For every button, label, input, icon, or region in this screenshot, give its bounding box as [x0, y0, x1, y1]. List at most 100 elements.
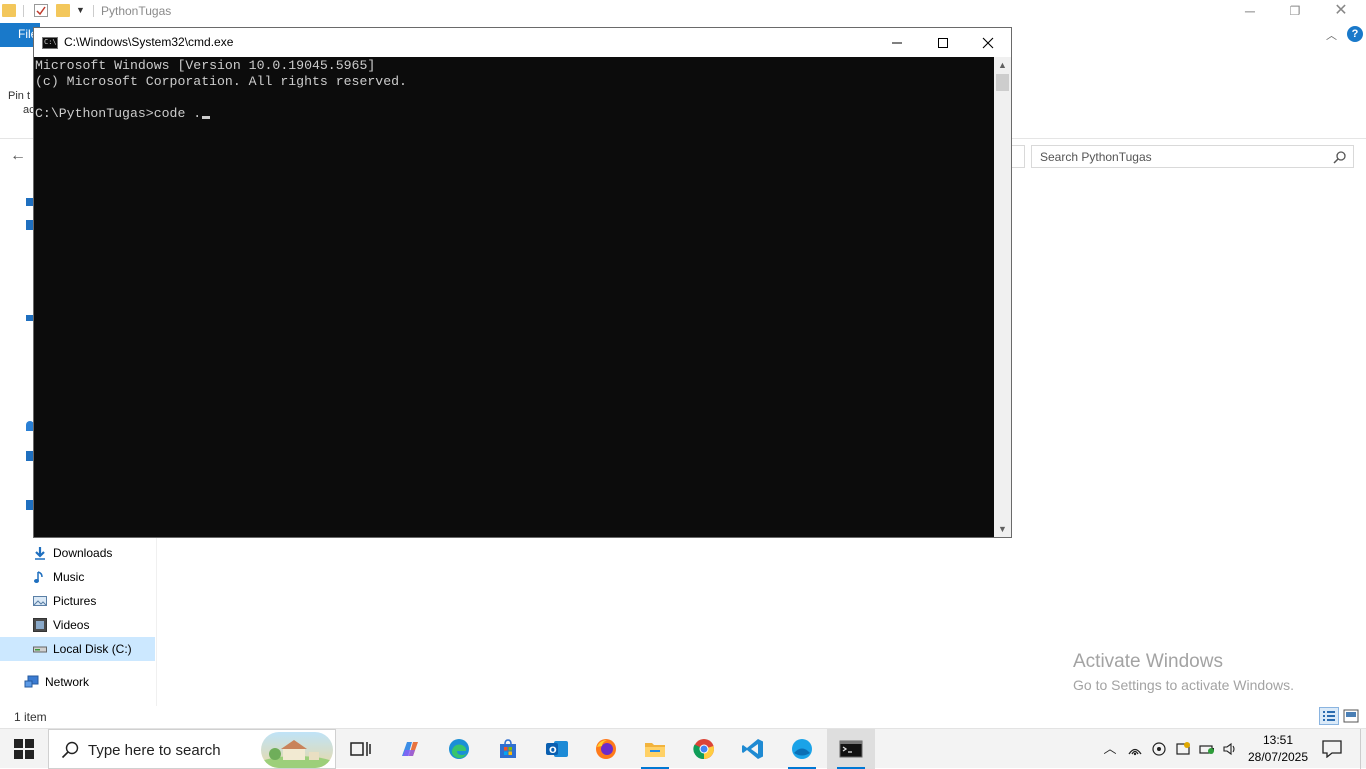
- notification-icon: [1322, 740, 1342, 759]
- scroll-down-icon[interactable]: ▼: [994, 521, 1011, 537]
- cmd-window[interactable]: C:\ C:\Windows\System32\cmd.exe Microsof…: [33, 27, 1012, 538]
- svg-text:O: O: [549, 746, 557, 756]
- cmd-icon: [839, 740, 863, 758]
- camera-icon: [1152, 742, 1166, 756]
- volume-icon[interactable]: [1222, 741, 1238, 757]
- cmd-app-icon[interactable]: C:\: [42, 37, 58, 49]
- taskbar-search-box[interactable]: Type here to search: [48, 729, 336, 769]
- pin-label-line2: ac: [23, 104, 35, 116]
- taskbar-copilot[interactable]: [386, 729, 434, 769]
- search-highlight-image[interactable]: [261, 732, 333, 768]
- maximize-icon: [938, 37, 948, 48]
- nav-item-downloads[interactable]: Downloads: [0, 541, 155, 565]
- nav-item-network[interactable]: Network: [0, 670, 155, 694]
- close-button[interactable]: ✕: [1318, 0, 1364, 23]
- cmd-title-bar[interactable]: C:\ C:\Windows\System32\cmd.exe: [34, 28, 1011, 57]
- taskbar-search-placeholder: Type here to search: [88, 742, 221, 759]
- landscape-illustration: [261, 740, 333, 768]
- wifi-icon: [1128, 748, 1142, 756]
- security-warning-icon[interactable]: [1175, 741, 1191, 757]
- pictures-icon: [33, 596, 47, 606]
- ribbon-collapse-icon[interactable]: ︿: [1326, 27, 1337, 43]
- chrome-icon: [693, 739, 714, 760]
- nav-item-videos[interactable]: Videos: [0, 613, 155, 637]
- taskbar-file-explorer[interactable]: [631, 729, 679, 769]
- scroll-thumb[interactable]: [996, 74, 1009, 91]
- help-icon[interactable]: ?: [1347, 26, 1363, 42]
- vscode-icon: [742, 739, 763, 759]
- text-cursor: [202, 116, 211, 119]
- file-explorer-icon: [645, 743, 665, 757]
- notification-center-button[interactable]: [1322, 740, 1342, 759]
- minimize-icon: [892, 42, 902, 44]
- nav-label: Downloads: [53, 546, 113, 560]
- taskbar-vscode[interactable]: [729, 729, 777, 769]
- system-tray: ︿: [1098, 729, 1238, 769]
- network-status-icon[interactable]: [1127, 741, 1143, 757]
- cmd-minimize-button[interactable]: [874, 28, 920, 57]
- activate-windows-subtitle: Go to Settings to activate Windows.: [1073, 677, 1294, 693]
- taskbar-cmd[interactable]: [827, 729, 875, 769]
- taskbar-task-view[interactable]: [336, 729, 384, 769]
- clock-date[interactable]: 28/07/2025: [1246, 750, 1310, 764]
- close-icon: [982, 37, 994, 49]
- taskbar-chrome[interactable]: [680, 729, 728, 769]
- blue-app-icon: [792, 739, 812, 759]
- pin-to-quick-access-label[interactable]: Pin t ac: [8, 89, 35, 117]
- status-item-count: 1 item: [14, 710, 47, 724]
- clock-time[interactable]: 13:51: [1246, 733, 1310, 747]
- new-folder-icon[interactable]: [56, 4, 70, 17]
- large-icons-view-button[interactable]: [1343, 709, 1359, 723]
- search-placeholder: Search PythonTugas: [1040, 150, 1152, 164]
- search-icon: [1333, 151, 1346, 164]
- nav-item-pictures[interactable]: Pictures: [0, 589, 155, 613]
- battery-icon[interactable]: [1199, 741, 1215, 757]
- start-button[interactable]: [0, 729, 48, 769]
- outlook-icon: O: [546, 741, 568, 757]
- separator: [93, 5, 94, 17]
- videos-icon: [33, 618, 47, 632]
- cmd-maximize-button[interactable]: [920, 28, 966, 57]
- nav-label: Local Disk (C:): [53, 642, 132, 656]
- taskbar-blue-app[interactable]: [778, 729, 826, 769]
- details-view-button[interactable]: [1319, 707, 1339, 725]
- nav-label: Videos: [53, 618, 90, 632]
- nav-item-local-disk[interactable]: Local Disk (C:): [0, 637, 155, 661]
- taskbar-outlook[interactable]: O: [533, 729, 581, 769]
- meet-now-icon[interactable]: [1151, 741, 1167, 757]
- search-input[interactable]: Search PythonTugas: [1031, 145, 1354, 168]
- drive-icon: [33, 646, 47, 653]
- console-line: (c) Microsoft Corporation. All rights re…: [35, 74, 407, 89]
- restore-button[interactable]: ❐: [1272, 0, 1318, 23]
- minimize-button[interactable]: ─: [1227, 0, 1273, 23]
- show-hidden-icons-chevron-icon[interactable]: ︿: [1102, 741, 1118, 757]
- edge-icon: [449, 739, 469, 759]
- scroll-up-icon[interactable]: ▲: [994, 57, 1011, 73]
- show-desktop-button[interactable]: [1360, 729, 1366, 769]
- activate-windows-title: Activate Windows: [1073, 651, 1223, 672]
- windows-logo-icon: [14, 739, 34, 759]
- vertical-scrollbar[interactable]: ▲ ▼: [994, 57, 1011, 537]
- pin-label-line1: Pin t: [8, 90, 31, 102]
- explorer-title-bar[interactable]: ▼ PythonTugas ─ ❐ ✕: [0, 0, 1366, 23]
- back-arrow-icon[interactable]: ←: [10, 147, 26, 165]
- microsoft-store-icon: [500, 739, 516, 758]
- shield-alert-icon: [1176, 742, 1190, 755]
- network-icon: [24, 675, 39, 688]
- console-command: C:\PythonTugas>code .: [35, 106, 202, 121]
- nav-label: Music: [53, 570, 85, 584]
- details-view-icon: [1323, 711, 1335, 721]
- nav-item-music[interactable]: Music: [0, 565, 155, 589]
- console-prompt-line: C:\PythonTugas>code .: [35, 106, 994, 122]
- taskbar-edge[interactable]: [435, 729, 483, 769]
- copilot-icon: [402, 742, 418, 756]
- separator: [23, 5, 24, 17]
- console-output[interactable]: Microsoft Windows [Version 10.0.19045.59…: [34, 57, 994, 537]
- battery-charging-icon: [1199, 745, 1214, 754]
- customize-quick-access-icon[interactable]: ▼: [76, 5, 85, 15]
- cmd-close-button[interactable]: [965, 28, 1011, 57]
- properties-icon[interactable]: [34, 4, 48, 17]
- taskbar-firefox[interactable]: [582, 729, 630, 769]
- taskbar-store[interactable]: [484, 729, 532, 769]
- folder-icon: [2, 4, 16, 17]
